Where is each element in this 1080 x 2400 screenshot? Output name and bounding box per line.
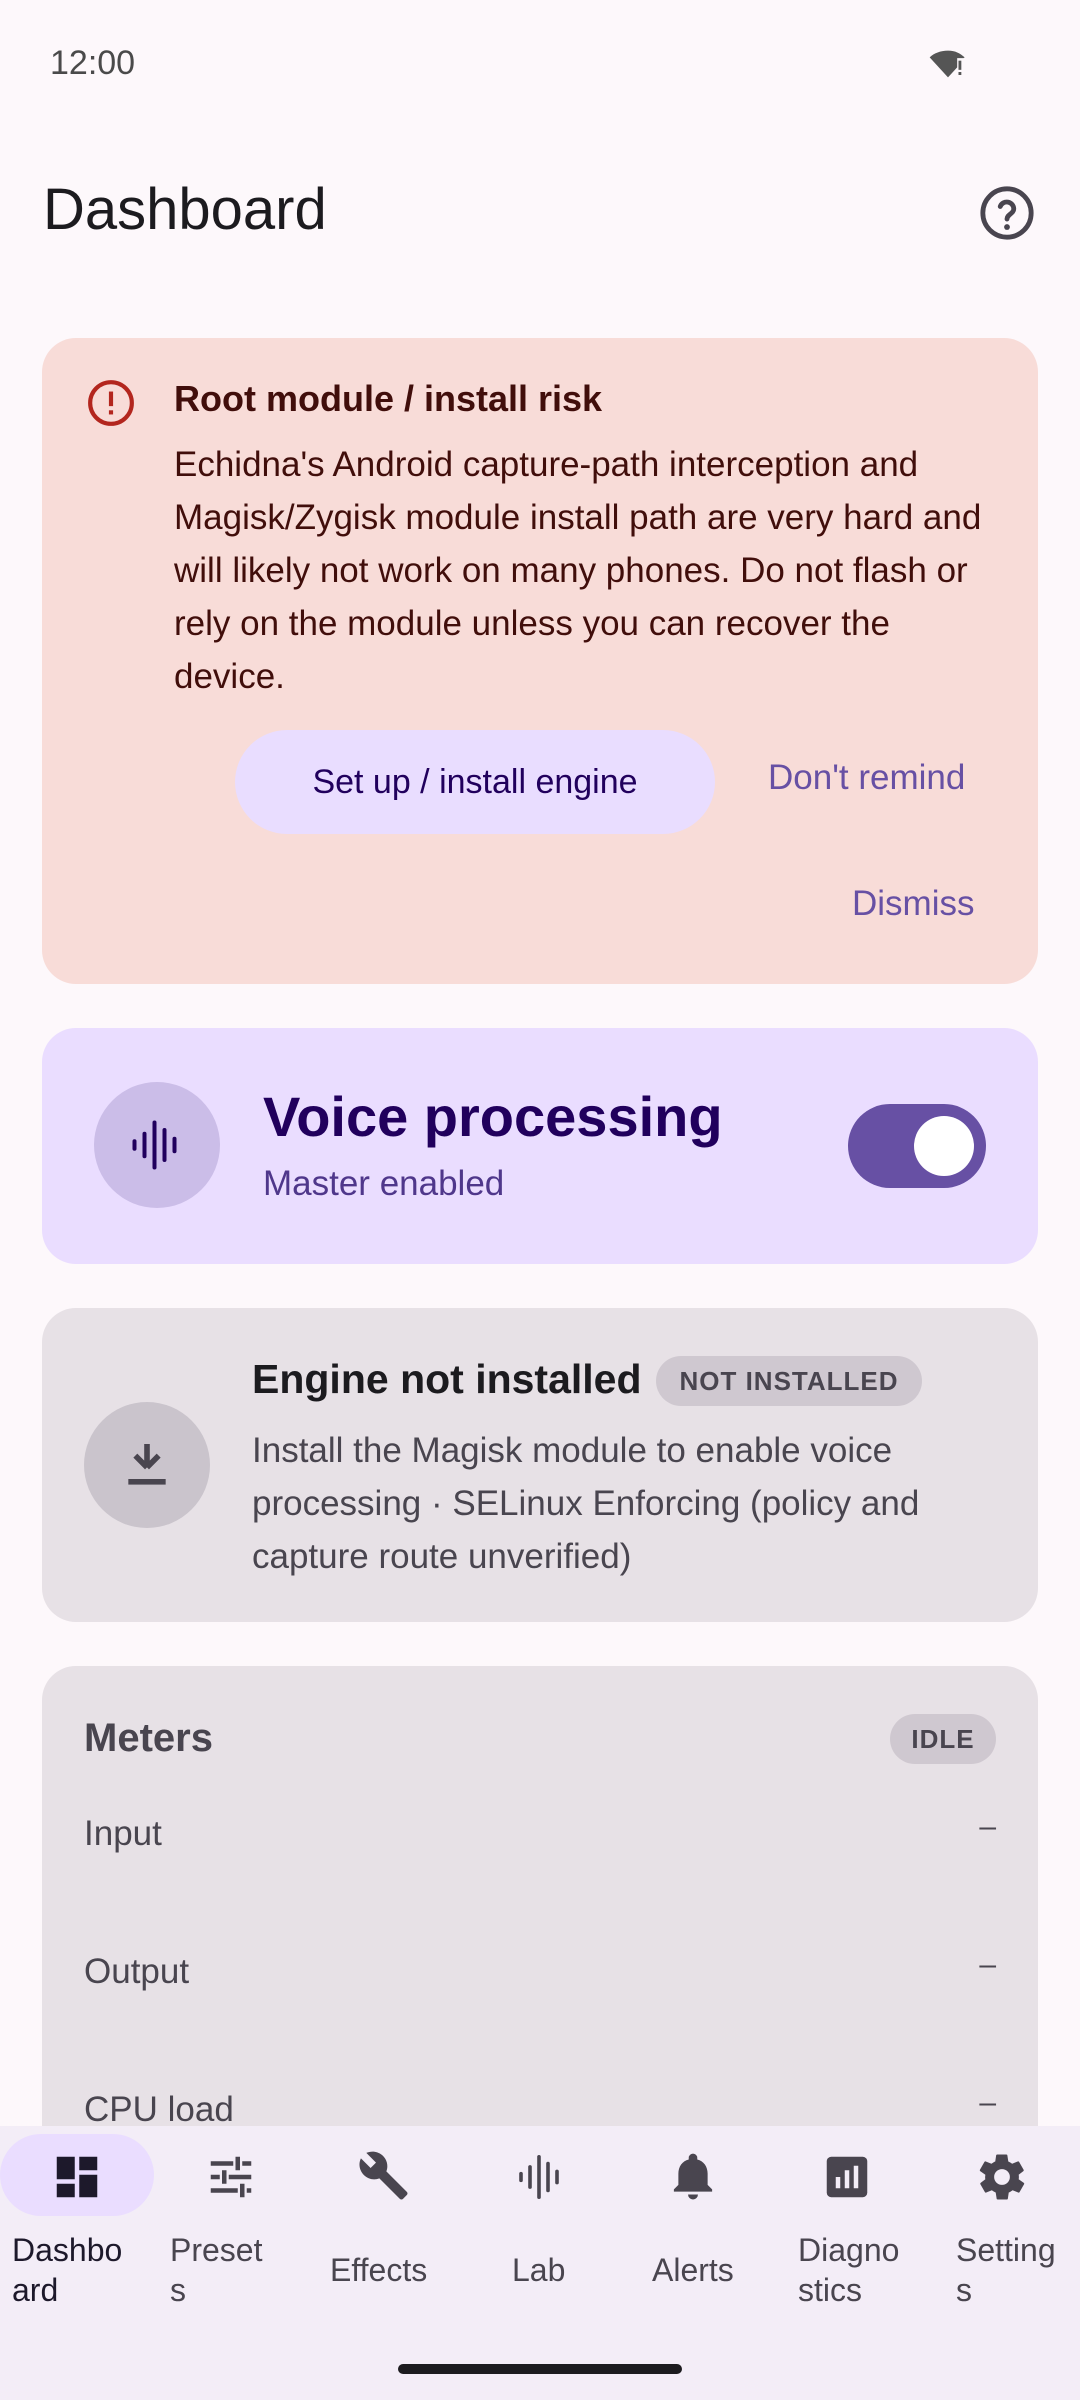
engine-title: Engine not installed [252, 1356, 642, 1402]
gesture-handle[interactable] [398, 2364, 682, 2374]
toggle-knob [914, 1116, 974, 1176]
risk-warning-card: Root module / install risk Echidna's And… [42, 338, 1038, 984]
meter-value-output: – [979, 1948, 996, 1981]
nav-label-settings: Setting s [956, 2232, 1056, 2308]
nav-item-diagnostics[interactable]: Diagno stics [770, 2126, 924, 2326]
download-icon [128, 1444, 166, 1485]
meter-label-cpu: CPU load [84, 2090, 234, 2129]
page-title: Dashboard [43, 177, 327, 242]
dismiss-button[interactable]: Dismiss [852, 884, 974, 924]
voice-processing-card: Voice processing Master enabled [42, 1028, 1038, 1264]
error-icon [88, 380, 134, 426]
nav-item-dashboard[interactable]: Dashbo ard [0, 2126, 154, 2326]
nav-item-settings[interactable]: Setting s [924, 2126, 1080, 2326]
dont-remind-button[interactable]: Don't remind [768, 758, 965, 798]
voice-icon-container [94, 1082, 220, 1208]
meter-value-input: – [979, 1810, 996, 1843]
wrench-icon [359, 2151, 408, 2200]
nav-label-effects: Effects [330, 2252, 428, 2288]
risk-body: Echidna's Android capture-path intercept… [174, 445, 982, 696]
meter-label-output: Output [84, 1952, 190, 1991]
meters-title: Meters [84, 1716, 213, 1760]
wifi-alert-icon [929, 50, 965, 78]
engine-status-card[interactable]: Engine not installed NOT INSTALLED Insta… [42, 1308, 1038, 1622]
help-circle-icon[interactable] [978, 184, 1036, 242]
engine-icon-container [84, 1402, 210, 1528]
engine-description: Install the Magisk module to enable voic… [252, 1431, 920, 1576]
risk-title: Root module / install risk [174, 378, 603, 419]
meter-value-cpu: – [979, 2086, 996, 2119]
bell-icon [673, 2153, 713, 2200]
voice-processing-toggle[interactable] [848, 1104, 986, 1188]
tune-icon [210, 2156, 252, 2198]
nav-item-effects[interactable]: Effects [308, 2126, 462, 2326]
nav-item-alerts[interactable]: Alerts [616, 2126, 770, 2326]
gear-icon [979, 2154, 1025, 2200]
nav-label-diagnostics: Diagno stics [798, 2232, 900, 2308]
nav-item-lab[interactable]: Lab [462, 2126, 616, 2326]
waveform-icon [519, 2154, 559, 2200]
voice-processing-title: Voice processing [263, 1085, 723, 1148]
bottom-navigation: Dashbo ard Preset s Effects Lab Alerts D… [0, 2126, 1080, 2400]
setup-install-engine-button[interactable]: Set up / install engine [235, 730, 715, 834]
voice-processing-status: Master enabled [263, 1164, 505, 1203]
status-time: 12:00 [50, 44, 136, 82]
nav-label-presets: Preset s [170, 2232, 263, 2308]
dashboard-icon [56, 2156, 98, 2198]
waveform-icon [132, 1120, 177, 1170]
meters-card: Meters IDLE Input – Output – CPU load – [42, 1666, 1038, 2166]
status-badge: NOT INSTALLED [656, 1356, 922, 1406]
meters-status-badge: IDLE [890, 1714, 996, 1764]
nav-label-dashboard: Dashbo ard [12, 2232, 123, 2308]
meter-label-input: Input [84, 1814, 162, 1853]
nav-item-presets[interactable]: Preset s [154, 2126, 308, 2326]
chart-icon [826, 2156, 868, 2198]
